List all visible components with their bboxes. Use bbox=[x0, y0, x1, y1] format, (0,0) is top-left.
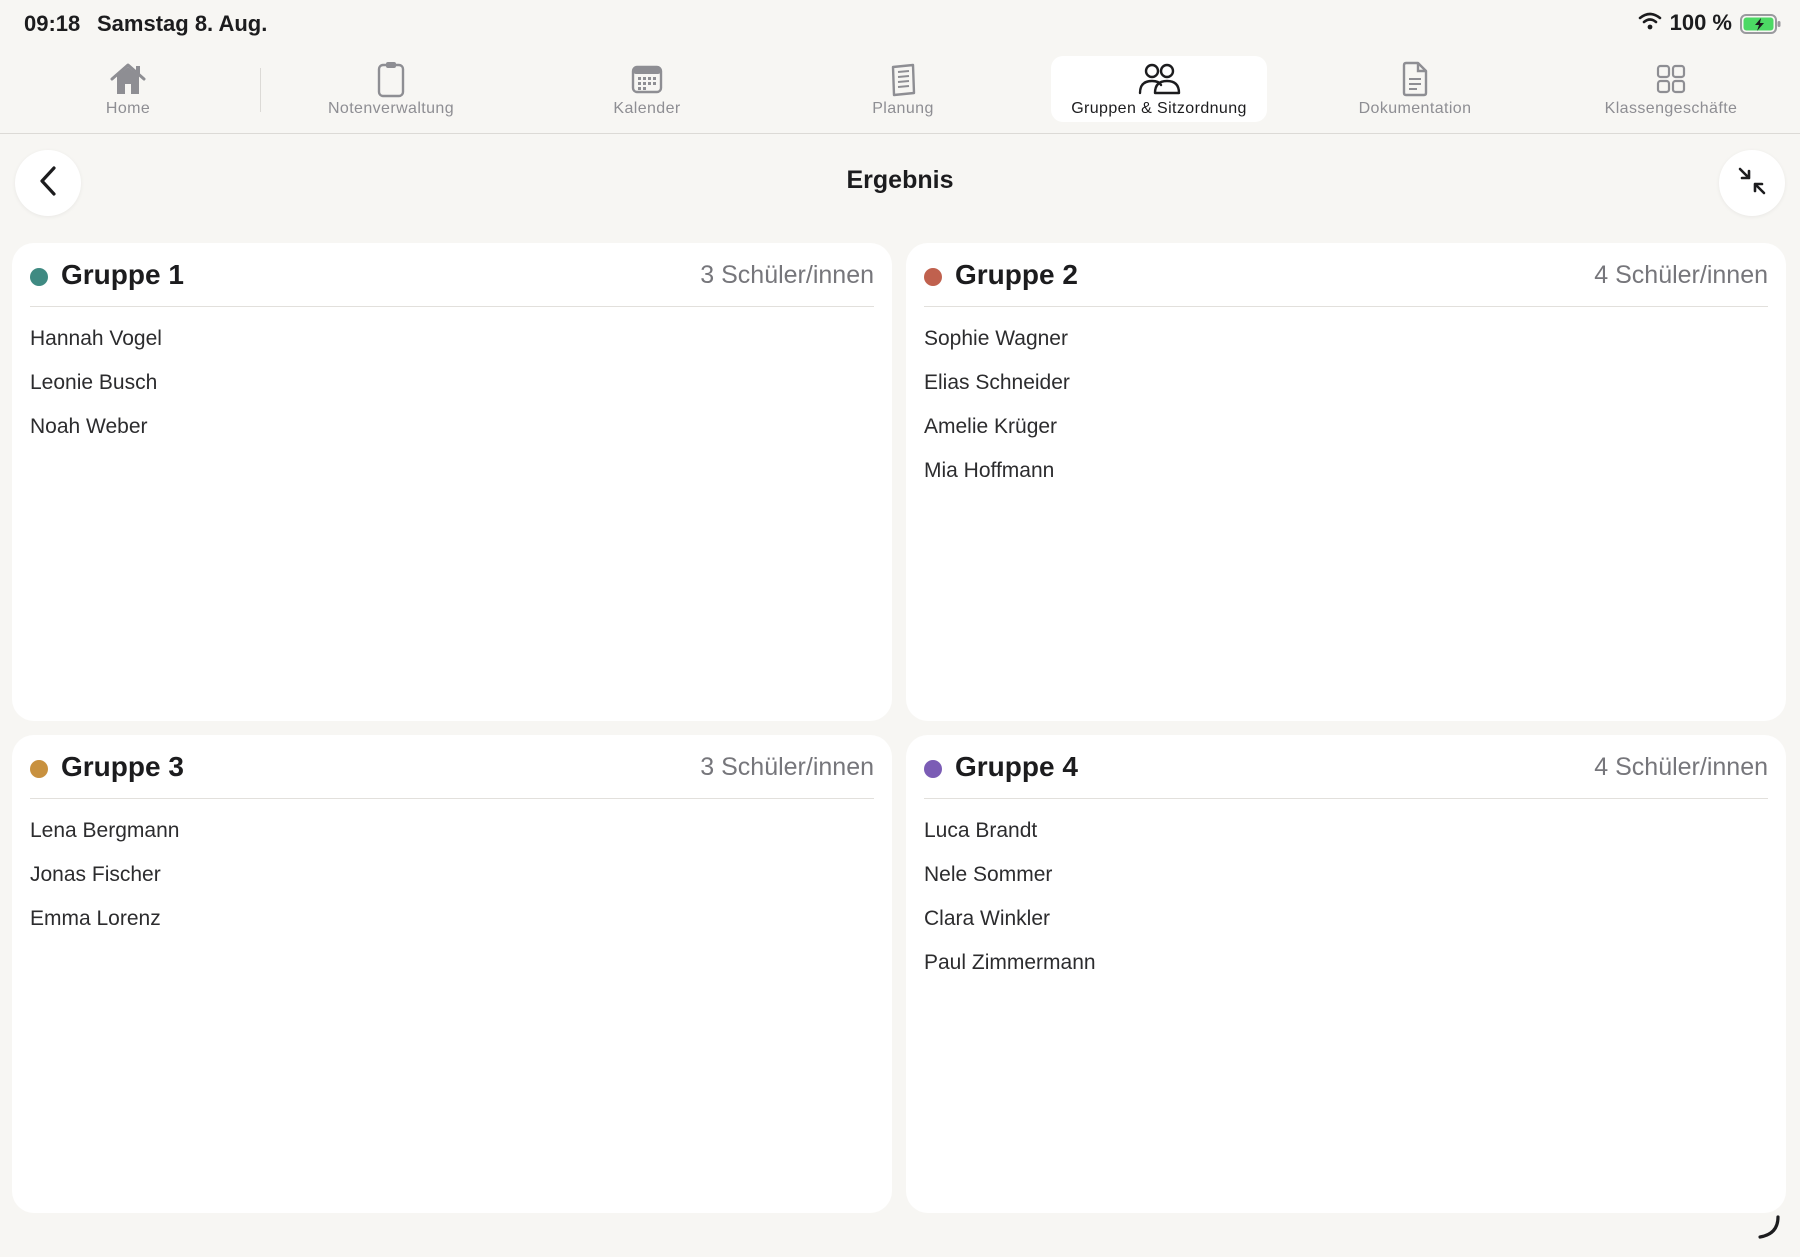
student-item: Elias Schneider bbox=[924, 371, 1070, 394]
student-item: Noah Weber bbox=[30, 415, 148, 438]
tab-divider bbox=[260, 68, 261, 112]
battery-icon bbox=[1740, 13, 1781, 34]
clipboard-icon bbox=[376, 60, 406, 98]
group-count: 3 Schüler/innen bbox=[700, 261, 874, 289]
group-card-header: Gruppe 1 3 Schüler/innen bbox=[30, 243, 874, 307]
group-card-4[interactable]: Gruppe 4 4 Schüler/innen Luca Brandt Nel… bbox=[906, 735, 1786, 1213]
document-icon bbox=[1401, 60, 1429, 98]
group-count: 3 Schüler/innen bbox=[700, 753, 874, 781]
group-title: Gruppe 4 bbox=[955, 751, 1078, 782]
student-item: Emma Lorenz bbox=[30, 907, 161, 930]
student-item: Sophie Wagner bbox=[924, 327, 1068, 350]
calendar-icon bbox=[631, 60, 663, 98]
group-color-dot bbox=[924, 268, 942, 286]
student-item: Mia Hoffmann bbox=[924, 459, 1055, 482]
student-item: Amelie Krüger bbox=[924, 415, 1058, 438]
tab-dokumentation[interactable]: Dokumentation bbox=[1307, 56, 1523, 122]
tab-label: Notenverwaltung bbox=[327, 100, 455, 117]
page-title: Ergebnis bbox=[846, 166, 954, 194]
student-list: Lena Bergmann Jonas Fischer Emma Lorenz bbox=[30, 819, 179, 951]
tab-label: Klassengeschäfte bbox=[1604, 100, 1738, 117]
student-item: Hannah Vogel bbox=[30, 327, 162, 350]
tab-notenverwaltung[interactable]: Notenverwaltung bbox=[283, 56, 499, 122]
group-count: 4 Schüler/innen bbox=[1594, 261, 1768, 289]
student-list: Luca Brandt Nele Sommer Clara Winkler Pa… bbox=[924, 819, 1096, 995]
notebook-icon bbox=[888, 60, 918, 98]
people-icon bbox=[1137, 60, 1181, 98]
tab-kalender[interactable]: Kalender bbox=[539, 56, 755, 122]
group-card-header: Gruppe 4 4 Schüler/innen bbox=[924, 735, 1768, 799]
group-title: Gruppe 3 bbox=[61, 751, 184, 782]
resize-handle-icon[interactable] bbox=[1756, 1214, 1782, 1245]
group-card-3[interactable]: Gruppe 3 3 Schüler/innen Lena Bergmann J… bbox=[12, 735, 892, 1213]
tab-label: Gruppen & Sitzordnung bbox=[1071, 100, 1247, 117]
tab-bar: Home Notenverwaltung Kalender Planung Gr… bbox=[0, 50, 1800, 134]
group-card-1[interactable]: Gruppe 1 3 Schüler/innen Hannah Vogel Le… bbox=[12, 243, 892, 721]
group-color-dot bbox=[30, 760, 48, 778]
tab-planung[interactable]: Planung bbox=[795, 56, 1011, 122]
group-card-header: Gruppe 2 4 Schüler/innen bbox=[924, 243, 1768, 307]
grid-icon bbox=[1655, 60, 1687, 98]
minimize-icon bbox=[1737, 166, 1767, 201]
status-bar: 09:18 Samstag 8. Aug. 100 % bbox=[0, 0, 1800, 50]
tab-label: Kalender bbox=[613, 100, 681, 117]
student-item: Clara Winkler bbox=[924, 907, 1051, 930]
status-right: 100 % bbox=[1638, 10, 1781, 36]
group-title: Gruppe 2 bbox=[955, 259, 1078, 290]
home-icon bbox=[109, 60, 147, 98]
status-time: 09:18 bbox=[24, 11, 81, 36]
group-color-dot bbox=[30, 268, 48, 286]
battery-percent: 100 % bbox=[1669, 10, 1732, 35]
student-item: Jonas Fischer bbox=[30, 863, 161, 886]
student-item: Lena Bergmann bbox=[30, 819, 180, 842]
group-color-dot bbox=[924, 760, 942, 778]
group-card-2[interactable]: Gruppe 2 4 Schüler/innen Sophie Wagner E… bbox=[906, 243, 1786, 721]
tab-klassengeschaefte[interactable]: Klassengeschäfte bbox=[1563, 56, 1779, 122]
tab-gruppen-sitzordnung[interactable]: Gruppen & Sitzordnung bbox=[1051, 56, 1267, 122]
student-item: Luca Brandt bbox=[924, 819, 1038, 842]
tab-label: Home bbox=[105, 100, 151, 117]
group-count: 4 Schüler/innen bbox=[1594, 753, 1768, 781]
group-title: Gruppe 1 bbox=[61, 259, 184, 290]
tab-label: Dokumentation bbox=[1358, 100, 1472, 117]
collapse-button[interactable] bbox=[1719, 150, 1785, 216]
student-item: Nele Sommer bbox=[924, 863, 1053, 886]
student-list: Hannah Vogel Leonie Busch Noah Weber bbox=[30, 327, 162, 459]
status-date: Samstag 8. Aug. bbox=[97, 11, 268, 36]
student-list: Sophie Wagner Elias Schneider Amelie Krü… bbox=[924, 327, 1070, 503]
tab-home[interactable]: Home bbox=[20, 56, 236, 122]
group-card-header: Gruppe 3 3 Schüler/innen bbox=[30, 735, 874, 799]
wifi-icon bbox=[1638, 10, 1662, 36]
tab-label: Planung bbox=[872, 100, 934, 117]
student-item: Leonie Busch bbox=[30, 371, 158, 394]
student-item: Paul Zimmermann bbox=[924, 951, 1096, 974]
